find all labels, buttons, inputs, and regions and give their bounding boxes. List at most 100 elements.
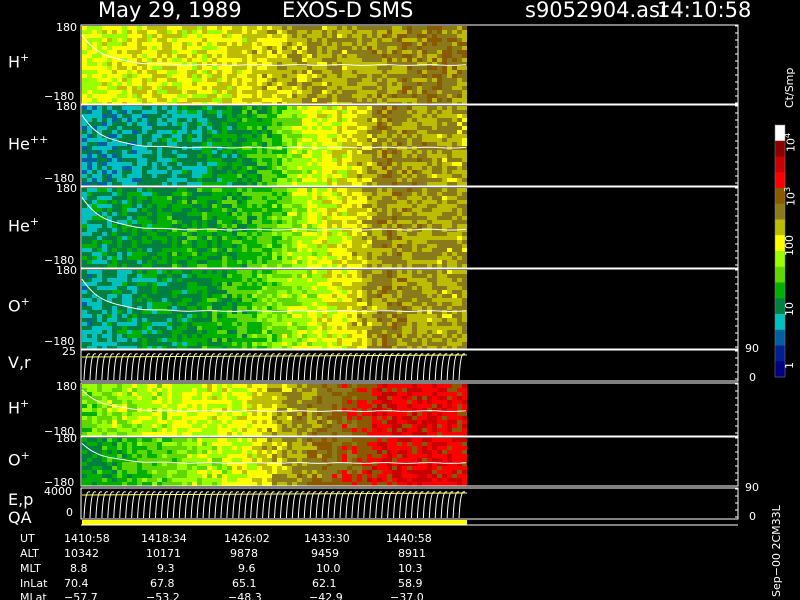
spectrogram-cell <box>322 78 327 82</box>
spectrogram-cell <box>232 158 237 162</box>
spectrogram-cell <box>387 42 392 46</box>
spectrogram-cell <box>312 134 317 138</box>
spectrogram-cell <box>122 216 127 220</box>
spectrogram-cell <box>352 166 357 170</box>
spectrogram-cell <box>87 270 92 274</box>
spectrogram-cell <box>242 110 247 114</box>
spectrogram-cell <box>177 244 182 248</box>
spectrogram-cell <box>252 62 257 66</box>
spectrogram-cell <box>277 174 282 178</box>
spectrogram-cell <box>267 260 272 264</box>
spectrogram-cell <box>92 330 97 334</box>
spectrogram-cell <box>307 82 312 86</box>
spectrogram-cell <box>107 240 112 244</box>
spectrogram-cell <box>342 256 347 260</box>
spectrogram-cell <box>382 122 387 126</box>
spectrogram-cell <box>127 130 132 134</box>
spectrogram-cell <box>152 46 157 50</box>
spectrogram-cell <box>332 134 337 138</box>
spectrogram-cell <box>302 142 307 146</box>
spectrogram-cell <box>382 224 387 228</box>
spectrogram-cell <box>392 26 397 30</box>
spectrogram-cell <box>142 322 147 326</box>
spectrogram-cell <box>402 98 407 102</box>
spectrogram-cell <box>122 150 127 154</box>
spectrogram-cell <box>412 256 417 260</box>
spectrogram-cell <box>382 94 387 98</box>
spectrogram-cell <box>187 106 192 110</box>
spectrogram-cell <box>82 188 87 192</box>
spectrogram-cell <box>302 94 307 98</box>
spectrogram-cell <box>452 30 457 34</box>
spectrogram-cell <box>417 150 422 154</box>
spectrogram-cell <box>367 174 372 178</box>
spectrogram-cell <box>217 200 222 204</box>
spectrogram-cell <box>132 162 137 166</box>
spectrogram-cell <box>97 302 102 306</box>
spectrogram-cell <box>122 228 127 232</box>
spectrogram-cell <box>122 294 127 298</box>
spectrogram-cell <box>202 78 207 82</box>
spectrogram-cell <box>267 26 272 30</box>
spectrogram-cell <box>97 74 102 78</box>
spectrogram-cell <box>152 178 157 182</box>
spectrogram-cell <box>92 232 97 236</box>
spectrogram-cell <box>407 90 412 94</box>
spectrogram-cell <box>437 106 442 110</box>
spectrogram-cell <box>102 330 107 334</box>
spectrogram-cell <box>112 90 117 94</box>
spectrogram-cell <box>102 138 107 142</box>
spectrogram-cell <box>337 158 342 162</box>
spectrogram-cell <box>462 106 467 110</box>
spectrogram-cell <box>192 248 197 252</box>
spectrogram-cell <box>397 98 402 102</box>
spectrogram-cell <box>412 196 417 200</box>
spectrogram-cell <box>257 200 262 204</box>
spectrogram-cell <box>392 252 397 256</box>
spectrogram-cell <box>427 240 432 244</box>
spectrogram-cell <box>277 224 282 228</box>
spectrogram-cell <box>427 200 432 204</box>
spectrogram-cell <box>137 114 142 118</box>
spectrogram-cell <box>307 260 312 264</box>
spectrogram-cell <box>262 232 267 236</box>
spectrogram-cell <box>357 86 362 90</box>
spectrogram-cell <box>267 174 272 178</box>
spectrogram-cell <box>237 166 242 170</box>
spectrogram-cell <box>382 106 387 110</box>
spectrogram-cell <box>457 110 462 114</box>
spectrogram-cell <box>92 134 97 138</box>
spectrogram-cell <box>297 50 302 54</box>
spectrogram-cell <box>312 126 317 130</box>
spectrogram-cell <box>242 244 247 248</box>
spectrogram-cell <box>102 204 107 208</box>
spectrogram-cell <box>272 122 277 126</box>
spectrogram-cell <box>272 166 277 170</box>
spectrogram-cell <box>297 94 302 98</box>
spectrogram-cell <box>137 82 142 86</box>
spectrogram-cell <box>97 196 102 200</box>
spectrogram-cell <box>242 196 247 200</box>
spectrogram-cell <box>432 142 437 146</box>
spectrogram-cell <box>97 106 102 110</box>
spectrogram-cell <box>132 110 137 114</box>
spectrogram-cell <box>102 274 107 278</box>
spectrogram-cell <box>152 240 157 244</box>
spectrogram-cell <box>292 220 297 224</box>
spectrogram-cell <box>457 170 462 174</box>
spectrogram-cell <box>87 216 92 220</box>
spectrogram-cell <box>252 86 257 90</box>
spectrogram-cell <box>347 122 352 126</box>
spectrogram-cell <box>142 270 147 274</box>
spectrogram-cell <box>432 260 437 264</box>
spectrogram-cell <box>102 278 107 282</box>
spectrogram-cell <box>137 54 142 58</box>
spectrogram-cell <box>432 208 437 212</box>
spectrogram-cell <box>217 212 222 216</box>
spectrogram-cell <box>207 162 212 166</box>
spectrogram-cell <box>227 54 232 58</box>
spectrogram-cell <box>172 118 177 122</box>
spectrogram-cell <box>127 54 132 58</box>
spectrogram-cell <box>167 232 172 236</box>
spectrogram-cell <box>102 146 107 150</box>
